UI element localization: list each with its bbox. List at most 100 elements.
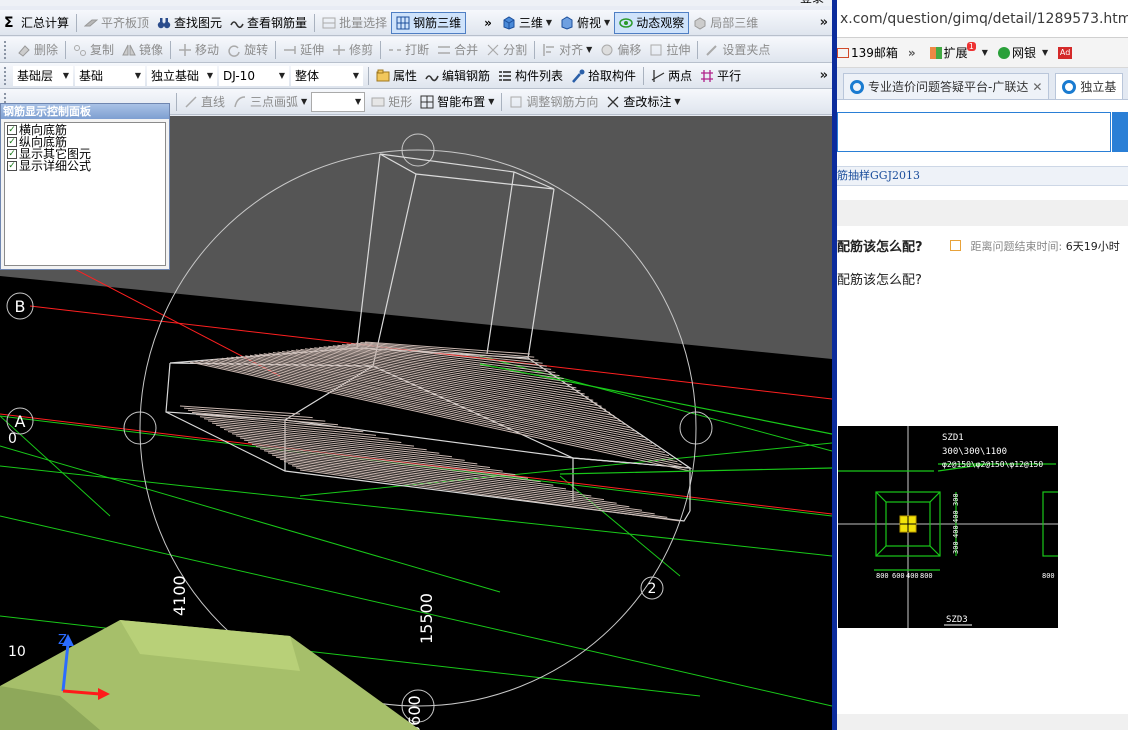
merge-button[interactable]: 合并 [433, 39, 482, 61]
type-select[interactable]: 独立基础 ▼ [147, 65, 217, 86]
pick-component-button[interactable]: 拾取构件 [567, 65, 640, 87]
3d-view-dropdown[interactable]: 三维 ▼ [498, 12, 556, 34]
adjust-rebar-direction-button[interactable]: 调整钢筋方向 [505, 91, 602, 113]
category-select[interactable]: 基础 ▼ [75, 65, 145, 86]
component-list-button[interactable]: 构件列表 [494, 65, 567, 87]
component-select[interactable]: DJ-10 ▼ [219, 65, 289, 86]
browser-tab-bar: 专业造价问题答疑平台-广联达 ✕ 独立基 [837, 68, 1128, 100]
login-link[interactable]: 登录 [800, 0, 824, 6]
extension-badge: 1 [966, 42, 976, 51]
browser-tab-active[interactable]: 独立基 [1055, 73, 1124, 99]
extend-button[interactable]: 延伸 [279, 39, 328, 61]
rotate-button[interactable]: 旋转 [223, 39, 272, 61]
offset-button[interactable]: 偏移 [596, 39, 645, 61]
search-button[interactable] [1112, 112, 1128, 152]
sum-calc-button[interactable]: Σ 汇总计算 [0, 12, 73, 34]
question-attachment-image[interactable]: SZD1 300\300\1100 φ2@150\φ2@150\φ12@150 … [838, 426, 1058, 628]
eraser-icon [17, 43, 31, 57]
question-body: 配筋该怎么配? [837, 273, 922, 288]
favorites-bar: 139邮箱 » 扩展 1 ▼ 网银 ▼ Ad [837, 38, 1128, 68]
split-button[interactable]: 分割 [482, 39, 531, 61]
smart-layout-button[interactable]: 智能布置 ▼ [416, 91, 498, 113]
search-row [837, 112, 1128, 154]
top-view-dropdown[interactable]: 俯视 ▼ [556, 12, 614, 34]
line-button[interactable]: 直线 [180, 91, 229, 113]
glodon-icon [850, 79, 864, 94]
attachment-rebar-label: φ2@150\φ2@150\φ12@150 [942, 460, 1043, 469]
svg-text:300: 300 [952, 541, 960, 554]
dynamic-orbit-button[interactable]: 动态观察 [614, 11, 690, 34]
browser-window: x.com/question/gimq/detail/1289573.html … [832, 0, 1128, 730]
line-icon [184, 95, 198, 109]
search-input[interactable] [837, 112, 1111, 152]
axis-label-2: 2 [648, 581, 657, 597]
side-dimension-labels: 300 400 400 300 [952, 493, 960, 554]
arc-option-select[interactable]: ▼ [311, 91, 366, 112]
rebar-quantity-icon [230, 16, 244, 30]
favorites-overflow-icon[interactable]: » [908, 46, 916, 60]
set-grip-button[interactable]: 设置夹点 [701, 39, 774, 61]
glodon-icon [1062, 79, 1077, 94]
unit-select[interactable]: 整体 ▼ [291, 65, 363, 86]
checkbox-checked-icon[interactable]: ✓ [7, 137, 17, 147]
checkbox-checked-icon[interactable]: ✓ [7, 149, 17, 159]
slab-align-button[interactable]: 平齐板顶 [80, 12, 153, 34]
trim-button[interactable]: 修剪 [328, 39, 377, 61]
find-element-button[interactable]: 查找图元 [153, 12, 226, 34]
batch-select-button[interactable]: 批量选择 [318, 12, 391, 34]
rectangle-button[interactable]: 矩形 [367, 91, 416, 113]
arc-button[interactable]: 三点画弧 ▼ [229, 91, 311, 113]
svg-text:800: 800 [876, 572, 889, 580]
option-show-detailed-formula[interactable]: ✓ 显示详细公式 [7, 160, 163, 172]
rotate-icon [227, 43, 241, 57]
favorite-bank[interactable]: 网银 ▼ [997, 44, 1048, 61]
parallel-button[interactable]: 平行 [696, 65, 745, 87]
edit-rebar-button[interactable]: 编辑钢筋 [421, 65, 494, 87]
floor-select[interactable]: 基础层 ▼ [13, 65, 73, 86]
view-rebar-quantity-button[interactable]: 查看钢筋量 [226, 12, 311, 34]
adjacent-dimension-label: 800 [1042, 572, 1055, 580]
properties-button[interactable]: 属性 [372, 65, 421, 87]
edit-toolbar: 删除 复制 镜像 移动 旋转 延伸 修剪 打断 合并 分割 对齐 ▼ 偏移 拉伸 … [0, 37, 832, 63]
browser-tab-glodon[interactable]: 专业造价问题答疑平台-广联达 ✕ [843, 73, 1050, 99]
toolbar3-overflow-icon[interactable]: » [820, 68, 828, 83]
stretch-button[interactable]: 拉伸 [645, 39, 694, 61]
dimension-4100: 4100 [170, 575, 189, 616]
delete-button[interactable]: 删除 [13, 39, 62, 61]
list-icon [498, 69, 512, 83]
copy-button[interactable]: 复制 [69, 39, 118, 61]
grip-point-icon [705, 43, 719, 57]
check-annotation-button[interactable]: 查改标注 ▼ [602, 91, 684, 113]
batch-select-icon [322, 16, 336, 30]
align-dropdown[interactable]: 对齐 ▼ [538, 39, 596, 61]
panel-title[interactable]: 钢筋显示控制面板 [1, 104, 169, 119]
adjust-direction-icon [509, 95, 523, 109]
properties-icon [376, 69, 390, 83]
tab-close-icon[interactable]: ✕ [1032, 80, 1042, 94]
rebar-3d-button[interactable]: 钢筋三维 [391, 11, 467, 34]
section-band [837, 200, 1128, 226]
svg-text:800: 800 [920, 572, 933, 580]
local-3d-icon [693, 16, 707, 30]
checkbox-checked-icon[interactable]: ✓ [7, 161, 17, 171]
dimension-15500: 15500 [417, 593, 436, 644]
screen: 登录 Σ 汇总计算 平齐板顶 查找图元 查看钢筋量 [0, 0, 1128, 730]
mirror-button[interactable]: 镜像 [118, 39, 167, 61]
checkbox-checked-icon[interactable]: ✓ [7, 125, 17, 135]
url-text[interactable]: x.com/question/gimq/detail/1289573.html [840, 11, 1128, 27]
favorite-extension[interactable]: 扩展 1 ▼ [929, 42, 988, 61]
address-bar[interactable]: x.com/question/gimq/detail/1289573.html [837, 0, 1128, 38]
clock-icon [950, 240, 961, 251]
stretch-icon [649, 43, 663, 57]
adobe-icon[interactable]: Ad [1058, 46, 1073, 59]
trim-icon [332, 43, 346, 57]
local-3d-button[interactable]: 局部三维 [689, 12, 762, 34]
move-button[interactable]: 移动 [174, 39, 223, 61]
orbit-icon [619, 16, 633, 30]
toolbar1-overflow-icon[interactable]: » [484, 16, 492, 30]
binoculars-icon [157, 16, 171, 30]
toolbar1-right-overflow-icon[interactable]: » [820, 15, 828, 30]
break-button[interactable]: 打断 [384, 39, 433, 61]
favorite-139-mail[interactable]: 139邮箱 [837, 44, 898, 61]
two-point-button[interactable]: 两点 [647, 65, 696, 87]
